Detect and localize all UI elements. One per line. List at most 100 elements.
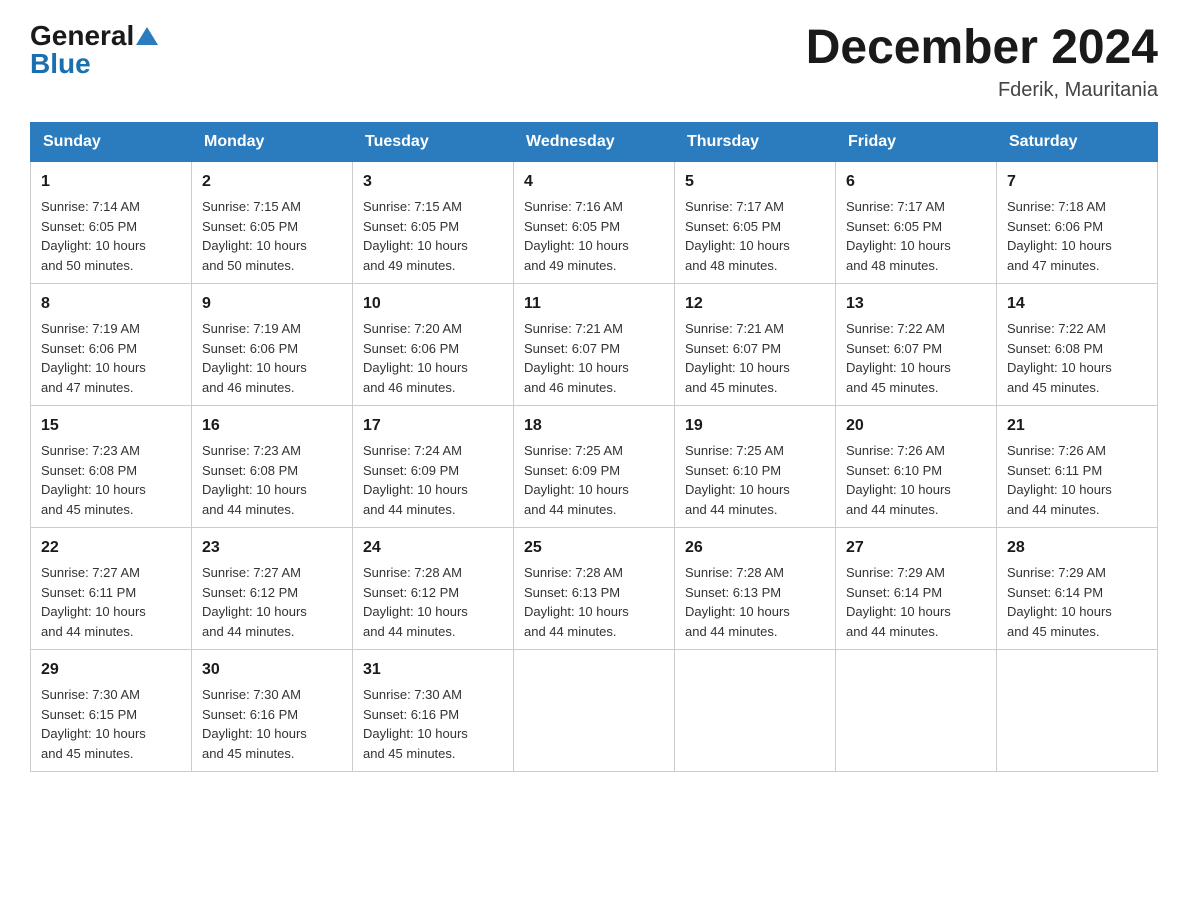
sunrise-info: Sunrise: 7:29 AM [846,565,945,580]
day-number: 9 [202,292,342,316]
location-title: Fderik, Mauritania [806,79,1158,102]
day-number: 31 [363,658,503,682]
daylight-info: Daylight: 10 hours [41,726,146,741]
sunset-info: Sunset: 6:05 PM [685,219,781,234]
day-number: 15 [41,414,181,438]
daylight-info: Daylight: 10 hours [363,604,468,619]
header-sunday: Sunday [31,123,192,162]
day-number: 26 [685,536,825,560]
table-row: 19 Sunrise: 7:25 AM Sunset: 6:10 PM Dayl… [675,406,836,528]
sunset-info: Sunset: 6:13 PM [685,585,781,600]
daylight-info: Daylight: 10 hours [41,360,146,375]
daylight-info: Daylight: 10 hours [846,604,951,619]
daylight-info: Daylight: 10 hours [202,604,307,619]
daylight-info: Daylight: 10 hours [524,482,629,497]
day-number: 17 [363,414,503,438]
sunset-info: Sunset: 6:06 PM [202,341,298,356]
table-row: 5 Sunrise: 7:17 AM Sunset: 6:05 PM Dayli… [675,162,836,284]
daylight-minutes: and 44 minutes. [685,624,778,639]
sunrise-info: Sunrise: 7:15 AM [363,199,462,214]
sunrise-info: Sunrise: 7:19 AM [202,321,301,336]
week-row-4: 22 Sunrise: 7:27 AM Sunset: 6:11 PM Dayl… [31,528,1158,650]
daylight-minutes: and 45 minutes. [202,746,295,761]
daylight-minutes: and 44 minutes. [524,502,617,517]
daylight-info: Daylight: 10 hours [1007,604,1112,619]
day-number: 10 [363,292,503,316]
table-row: 15 Sunrise: 7:23 AM Sunset: 6:08 PM Dayl… [31,406,192,528]
table-row: 28 Sunrise: 7:29 AM Sunset: 6:14 PM Dayl… [997,528,1158,650]
daylight-minutes: and 50 minutes. [202,258,295,273]
day-number: 8 [41,292,181,316]
daylight-info: Daylight: 10 hours [202,482,307,497]
table-row: 6 Sunrise: 7:17 AM Sunset: 6:05 PM Dayli… [836,162,997,284]
sunset-info: Sunset: 6:08 PM [202,463,298,478]
day-number: 20 [846,414,986,438]
table-row: 24 Sunrise: 7:28 AM Sunset: 6:12 PM Dayl… [353,528,514,650]
sunset-info: Sunset: 6:09 PM [524,463,620,478]
day-number: 11 [524,292,664,316]
sunrise-info: Sunrise: 7:23 AM [41,443,140,458]
day-number: 27 [846,536,986,560]
logo: General Blue [30,20,158,80]
daylight-minutes: and 44 minutes. [363,502,456,517]
daylight-info: Daylight: 10 hours [1007,482,1112,497]
day-number: 14 [1007,292,1147,316]
sunset-info: Sunset: 6:08 PM [1007,341,1103,356]
sunrise-info: Sunrise: 7:26 AM [846,443,945,458]
page-header: General Blue December 2024 Fderik, Mauri… [30,20,1158,102]
sunset-info: Sunset: 6:06 PM [363,341,459,356]
week-row-1: 1 Sunrise: 7:14 AM Sunset: 6:05 PM Dayli… [31,162,1158,284]
daylight-minutes: and 48 minutes. [685,258,778,273]
logo-triangle-icon [136,25,158,47]
day-header-row: Sunday Monday Tuesday Wednesday Thursday… [31,123,1158,162]
table-row: 2 Sunrise: 7:15 AM Sunset: 6:05 PM Dayli… [192,162,353,284]
sunset-info: Sunset: 6:13 PM [524,585,620,600]
header-monday: Monday [192,123,353,162]
daylight-info: Daylight: 10 hours [363,726,468,741]
table-row: 16 Sunrise: 7:23 AM Sunset: 6:08 PM Dayl… [192,406,353,528]
title-section: December 2024 Fderik, Mauritania [806,20,1158,102]
day-number: 18 [524,414,664,438]
table-row: 23 Sunrise: 7:27 AM Sunset: 6:12 PM Dayl… [192,528,353,650]
daylight-minutes: and 44 minutes. [524,624,617,639]
table-row: 10 Sunrise: 7:20 AM Sunset: 6:06 PM Dayl… [353,284,514,406]
sunrise-info: Sunrise: 7:26 AM [1007,443,1106,458]
table-row: 7 Sunrise: 7:18 AM Sunset: 6:06 PM Dayli… [997,162,1158,284]
day-number: 23 [202,536,342,560]
daylight-minutes: and 44 minutes. [202,502,295,517]
day-number: 6 [846,170,986,194]
daylight-minutes: and 47 minutes. [1007,258,1100,273]
header-wednesday: Wednesday [514,123,675,162]
table-row: 27 Sunrise: 7:29 AM Sunset: 6:14 PM Dayl… [836,528,997,650]
daylight-minutes: and 45 minutes. [41,502,134,517]
daylight-minutes: and 49 minutes. [524,258,617,273]
daylight-minutes: and 44 minutes. [846,502,939,517]
sunset-info: Sunset: 6:05 PM [363,219,459,234]
sunset-info: Sunset: 6:07 PM [524,341,620,356]
daylight-minutes: and 44 minutes. [363,624,456,639]
daylight-minutes: and 45 minutes. [685,380,778,395]
daylight-minutes: and 49 minutes. [363,258,456,273]
week-row-3: 15 Sunrise: 7:23 AM Sunset: 6:08 PM Dayl… [31,406,1158,528]
sunrise-info: Sunrise: 7:21 AM [524,321,623,336]
daylight-info: Daylight: 10 hours [1007,360,1112,375]
daylight-minutes: and 46 minutes. [524,380,617,395]
day-number: 28 [1007,536,1147,560]
daylight-info: Daylight: 10 hours [524,604,629,619]
daylight-minutes: and 44 minutes. [202,624,295,639]
sunrise-info: Sunrise: 7:29 AM [1007,565,1106,580]
day-number: 21 [1007,414,1147,438]
table-row: 8 Sunrise: 7:19 AM Sunset: 6:06 PM Dayli… [31,284,192,406]
table-row [514,650,675,772]
daylight-info: Daylight: 10 hours [846,360,951,375]
daylight-info: Daylight: 10 hours [41,604,146,619]
table-row: 20 Sunrise: 7:26 AM Sunset: 6:10 PM Dayl… [836,406,997,528]
sunset-info: Sunset: 6:10 PM [685,463,781,478]
sunset-info: Sunset: 6:05 PM [41,219,137,234]
table-row: 13 Sunrise: 7:22 AM Sunset: 6:07 PM Dayl… [836,284,997,406]
daylight-minutes: and 44 minutes. [685,502,778,517]
daylight-info: Daylight: 10 hours [202,238,307,253]
header-friday: Friday [836,123,997,162]
table-row: 29 Sunrise: 7:30 AM Sunset: 6:15 PM Dayl… [31,650,192,772]
daylight-info: Daylight: 10 hours [363,482,468,497]
